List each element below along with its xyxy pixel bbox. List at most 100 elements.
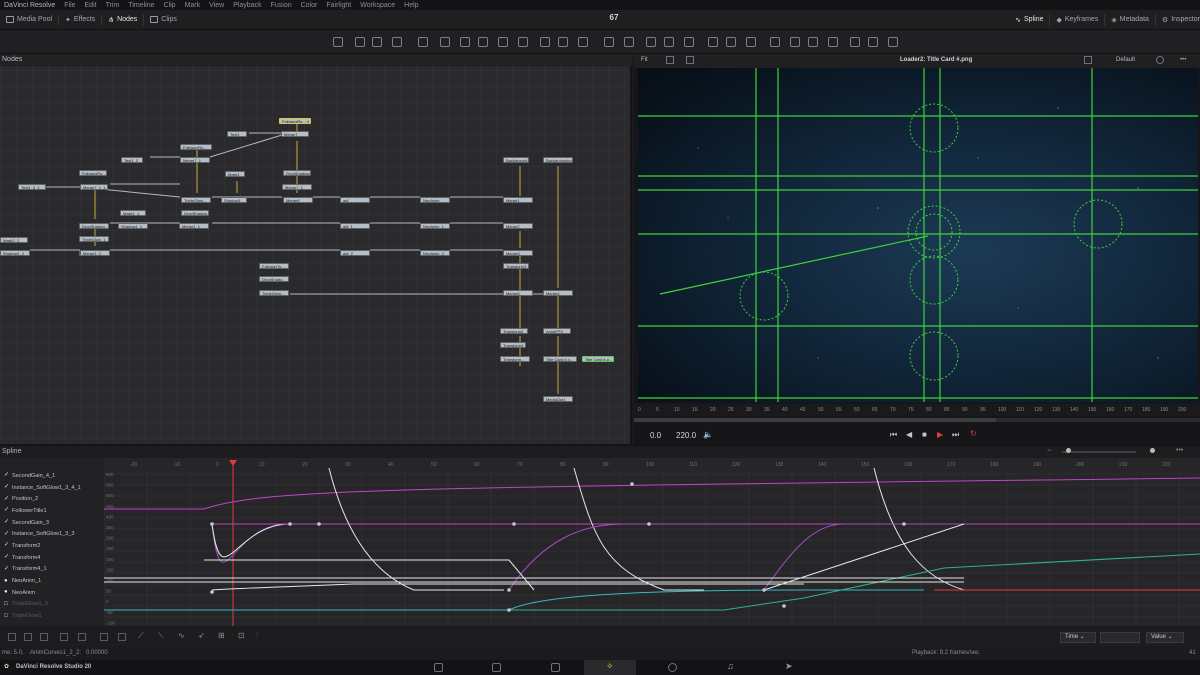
cut-page-icon[interactable] [492, 663, 501, 672]
play-icon[interactable]: ▶ [937, 430, 943, 439]
node[interactable]: Backgroundcol... [543, 157, 573, 163]
node[interactable]: Shadow1_1 [118, 223, 148, 229]
time-stretch-icon[interactable]: ⊞ [218, 631, 225, 640]
node[interactable]: Title Card #.p... [582, 356, 614, 362]
spline-track[interactable]: □ TripleGlow1_3 [0, 599, 104, 611]
node[interactable]: Title Card #.p... [543, 356, 577, 362]
stop-icon[interactable]: ■ [922, 430, 927, 439]
node[interactable]: Mask1 [225, 171, 245, 177]
node[interactable]: Merge3 [503, 250, 533, 256]
node[interactable]: Merge7 [281, 131, 309, 137]
spline-tool-icon[interactable] [118, 633, 126, 641]
node[interactable]: Merge2 [503, 223, 533, 229]
node[interactable]: NeoAnim [420, 197, 450, 203]
tool-icon[interactable] [646, 37, 656, 47]
tool-icon[interactable] [790, 37, 800, 47]
spline-button[interactable]: ∿ Spline [1009, 10, 1049, 30]
play-reverse-icon[interactable]: ◀ [906, 430, 912, 439]
node[interactable]: Merge7_1_1 [80, 184, 108, 190]
select-tool-icon[interactable]: ➶ [198, 631, 205, 640]
spline-track[interactable]: ✓ FollowerTitle1 [0, 505, 104, 517]
track-checkbox[interactable]: ✓ [4, 519, 9, 525]
node[interactable]: Merge4 [543, 290, 573, 296]
tool-icon[interactable] [770, 37, 780, 47]
spline-track[interactable]: ✓ Transform4 [0, 552, 104, 564]
tool-icon[interactable] [850, 37, 860, 47]
node[interactable]: Shadow1 [221, 197, 247, 203]
node[interactable]: MediaOut1 [543, 396, 573, 402]
node[interactable]: NeoAnim_2 [420, 250, 450, 256]
node[interactable]: adj [340, 197, 370, 203]
fusion-page-icon[interactable]: ✧ [606, 661, 614, 672]
node[interactable]: FollowerRo... [180, 144, 212, 150]
more-options-icon[interactable]: ••• [1180, 57, 1186, 63]
inspector-button[interactable]: ⚙ Inspector [1156, 10, 1200, 30]
zoom-handle-2[interactable] [1150, 448, 1155, 453]
viewer-ruler[interactable]: 0 5 10 15 20 25 30 35 40 45 50 55 60 65 70 75 80 85 90 95 10… [634, 404, 1200, 416]
fit-icon[interactable]: ⊡ [238, 631, 245, 640]
fit-dropdown[interactable]: Fit [641, 57, 648, 63]
tool-icon[interactable] [664, 37, 674, 47]
node[interactable]: Mask2_2 [0, 237, 28, 243]
viewer-options-icon[interactable] [666, 56, 674, 64]
tool-icon[interactable] [708, 37, 718, 47]
spline-tool-icon[interactable] [60, 633, 68, 641]
time-dropdown[interactable]: Time ⌄ [1060, 632, 1096, 643]
track-checkbox[interactable]: ✓ [4, 484, 9, 490]
spline-track[interactable]: ● NeoAnim [0, 587, 104, 599]
spline-tool-icon[interactable] [100, 633, 108, 641]
metadata-button[interactable]: ◈ Metadata [1105, 10, 1155, 30]
spline-tool-icon[interactable] [78, 633, 86, 641]
ease-out-icon[interactable]: ⟍ [158, 631, 164, 641]
node[interactable]: adj_1 [340, 223, 370, 229]
track-checkbox[interactable]: □ [4, 613, 9, 619]
spline-track[interactable]: ✓ Transform2 [0, 540, 104, 552]
spline-track[interactable]: ✓ SecondGain_4_1 [0, 470, 104, 482]
node[interactable]: Merge1 [503, 197, 533, 203]
viewer-scrubber[interactable] [634, 418, 1200, 422]
node[interactable]: Transform3 [503, 263, 529, 269]
node[interactable]: Shadow1_2 [0, 250, 30, 256]
viewer-lut-icon[interactable] [1084, 56, 1092, 64]
spline-track[interactable]: □ TripleGlow1 [0, 610, 104, 622]
track-checkbox[interactable]: ✓ [4, 542, 9, 548]
time-in[interactable]: 0.0 [650, 431, 661, 440]
tool-icon[interactable] [868, 37, 878, 47]
node[interactable]: DropShadow4 [283, 170, 311, 176]
node[interactable]: TripleGlow... [259, 290, 289, 296]
spline-track[interactable]: ✓ SecondGain_3 [0, 517, 104, 529]
viewer-color-icon[interactable] [1156, 56, 1164, 64]
track-checkbox[interactable]: □ [4, 601, 9, 607]
ease-in-icon[interactable]: ⟋ [138, 631, 144, 641]
track-checkbox[interactable]: ✓ [4, 554, 9, 560]
skip-start-icon[interactable]: ⏮ [890, 430, 897, 440]
node[interactable]: Merge1_2 [80, 250, 110, 256]
options-icon[interactable]: ••• [1176, 447, 1183, 454]
track-checkbox[interactable]: ✓ [4, 507, 9, 513]
spline-track[interactable]: ✓ Instance_SoftGlow1_3_3 [0, 528, 104, 540]
edit-page-icon[interactable] [551, 663, 560, 672]
node[interactable]: Transform2 [500, 328, 528, 334]
track-checkbox[interactable]: ● [4, 578, 9, 584]
tool-icon[interactable] [746, 37, 756, 47]
node[interactable]: NeoAnim_1 [420, 223, 450, 229]
node[interactable]: AnimFPS [543, 328, 571, 334]
node[interactable]: DropShado... [259, 276, 289, 282]
node[interactable]: TripleGlow_1 [79, 236, 109, 242]
spline-tool-icon[interactable] [40, 633, 48, 641]
spline-graph[interactable]: -20 -10 0 10 20 30 40 50 60 70 80 90 100 110 120 130 140… [104, 458, 1200, 626]
loop-icon[interactable]: ↻ [970, 429, 977, 438]
zoom-slider[interactable] [1062, 451, 1136, 453]
node[interactable]: Merge6 [503, 290, 533, 296]
node[interactable]: TripleGlow... [181, 197, 211, 203]
node[interactable]: Background1 [503, 157, 529, 163]
spline-track[interactable]: ✓ Instance_SoftGlow1_3_4_1 [0, 482, 104, 494]
node[interactable]: Merge7_1 [180, 157, 210, 163]
node[interactable]: FollowerTo... [259, 263, 289, 269]
deliver-page-icon[interactable]: ➤ [785, 661, 793, 672]
node[interactable]: Text1_3 [121, 157, 143, 163]
spline-tool-icon[interactable] [24, 633, 32, 641]
default-dropdown[interactable]: Default [1116, 57, 1135, 63]
tool-icon[interactable] [888, 37, 898, 47]
node[interactable]: DropShadow_1 [79, 223, 109, 229]
